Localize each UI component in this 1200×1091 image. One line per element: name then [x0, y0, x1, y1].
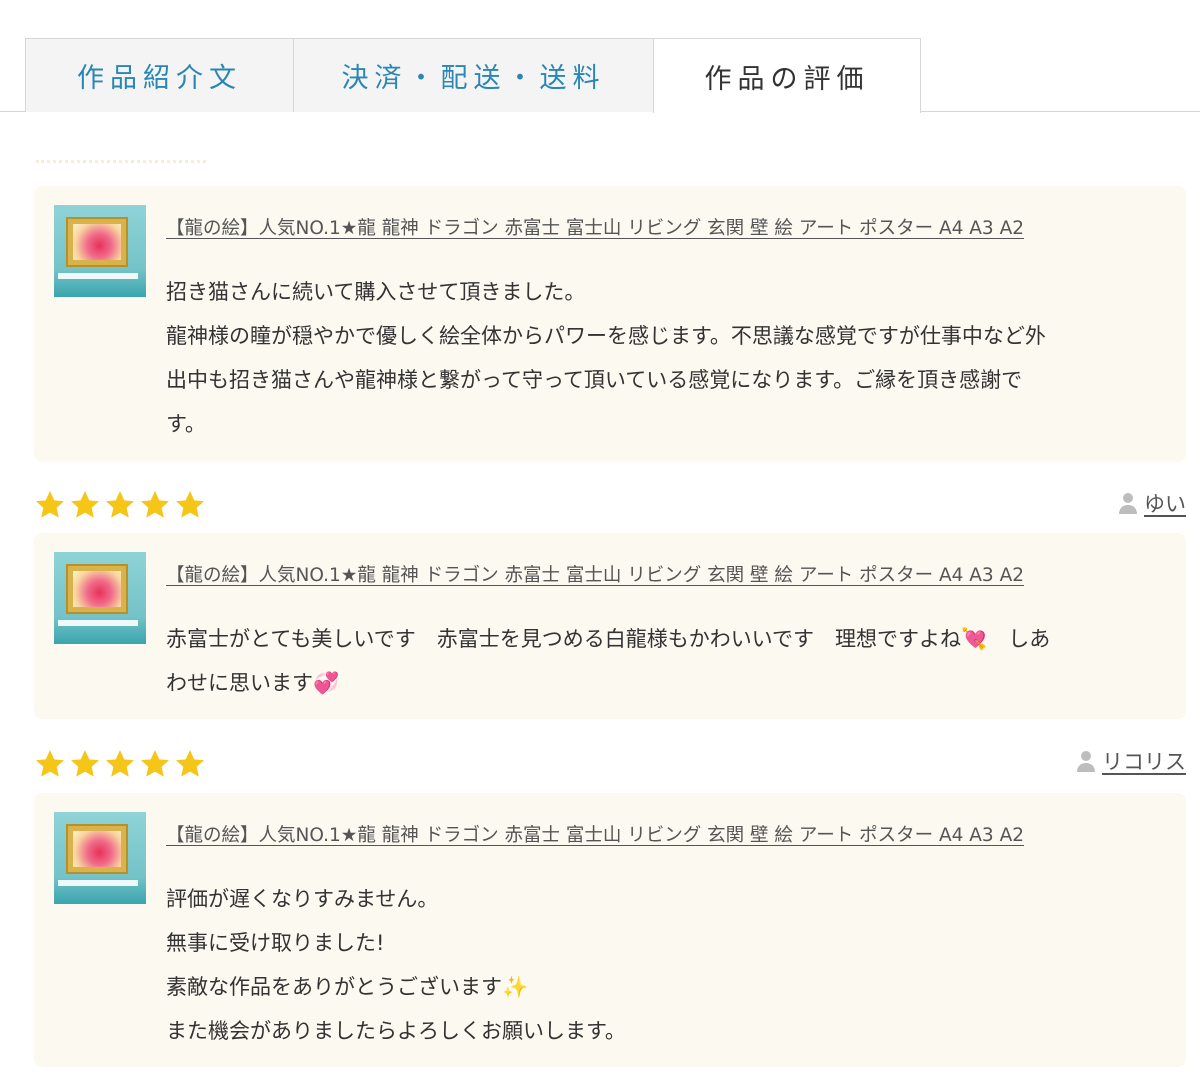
shelf-shape [58, 273, 138, 279]
review-line: 龍神様の瞳が穏やかで優しく絵全体からパワーを感じます。不思議な感覚ですが仕事中な… [166, 324, 1046, 348]
review-line: 無事に受け取りました! [166, 931, 385, 955]
review-text: 評価が遅くなりすみません。 無事に受け取りました! 素敵な作品をありがとうござい… [166, 877, 1166, 1053]
product-link[interactable]: 【龍の絵】人気NO.1★龍 龍神 ドラゴン 赤富士 富士山 リビング 玄関 壁 … [166, 214, 1024, 240]
divider-dots [36, 160, 206, 168]
painting-shape [73, 224, 121, 260]
review-page: 作品紹介文 決済・配送・送料 作品の評価 【龍の絵】人気NO.1★龍 龍神 ドラ… [0, 0, 1200, 1091]
review-line: 素敵な作品をありがとうございます✨ [166, 975, 529, 999]
user-icon [1077, 751, 1095, 772]
star-icon [106, 491, 134, 518]
review-card: 【龍の絵】人気NO.1★龍 龍神 ドラゴン 赤富士 富士山 リビング 玄関 壁 … [34, 533, 1186, 719]
reviewer[interactable]: ゆい [1118, 488, 1186, 518]
star-icon [106, 750, 134, 777]
painting-shape [73, 831, 121, 867]
star-icon [71, 750, 99, 777]
star-rating [34, 489, 206, 523]
star-icon [176, 750, 204, 777]
star-icon [71, 491, 99, 518]
star-icon [176, 491, 204, 518]
review-line: わせに思います💞 [166, 671, 340, 695]
product-link[interactable]: 【龍の絵】人気NO.1★龍 龍神 ドラゴン 赤富士 富士山 リビング 玄関 壁 … [166, 561, 1024, 587]
product-thumbnail[interactable] [54, 205, 146, 297]
frame-shape [66, 217, 128, 267]
shelf-shape [58, 880, 138, 886]
reviewer-name[interactable]: リコリス [1102, 746, 1186, 776]
star-icon [36, 750, 64, 777]
painting-shape [73, 571, 121, 607]
product-thumbnail[interactable] [54, 812, 146, 904]
review-card: 【龍の絵】人気NO.1★龍 龍神 ドラゴン 赤富士 富士山 リビング 玄関 壁 … [34, 793, 1186, 1067]
tab-bar: 作品紹介文 決済・配送・送料 作品の評価 [0, 0, 1200, 113]
review-text: 招き猫さんに続いて購入させて頂きました。 龍神様の瞳が穏やかで優しく絵全体からパ… [166, 270, 1166, 446]
review-line: 出中も招き猫さんや龍神様と繋がって守って頂いている感覚になります。ご縁を頂き感謝… [166, 368, 1023, 392]
star-rating [34, 748, 206, 782]
tab-payment-shipping[interactable]: 決済・配送・送料 [293, 38, 654, 112]
review-line: 招き猫さんに続いて購入させて頂きました。 [166, 280, 586, 304]
frame-shape [66, 564, 128, 614]
reviewer-name[interactable]: ゆい [1144, 488, 1186, 518]
tab-description[interactable]: 作品紹介文 [25, 38, 294, 112]
shelf-shape [58, 620, 138, 626]
user-icon [1119, 493, 1137, 514]
reviewer[interactable]: リコリス [1076, 746, 1186, 776]
review-line: す。 [166, 412, 206, 436]
frame-shape [66, 824, 128, 874]
review-text: 赤富士がとても美しいです 赤富士を見つめる白龍様もかわいいです 理想ですよね💘 … [166, 617, 1166, 705]
star-icon [141, 491, 169, 518]
review-line: 評価が遅くなりすみません。 [166, 887, 439, 911]
star-icon [141, 750, 169, 777]
review-card: 【龍の絵】人気NO.1★龍 龍神 ドラゴン 赤富士 富士山 リビング 玄関 壁 … [34, 186, 1186, 462]
tab-reviews[interactable]: 作品の評価 [653, 38, 921, 113]
review-line: また機会がありましたらよろしくお願いします。 [166, 1019, 626, 1043]
product-link[interactable]: 【龍の絵】人気NO.1★龍 龍神 ドラゴン 赤富士 富士山 リビング 玄関 壁 … [166, 821, 1024, 847]
star-icon [36, 491, 64, 518]
product-thumbnail[interactable] [54, 552, 146, 644]
review-line: 赤富士がとても美しいです 赤富士を見つめる白龍様もかわいいです 理想ですよね💘 … [166, 627, 1051, 651]
